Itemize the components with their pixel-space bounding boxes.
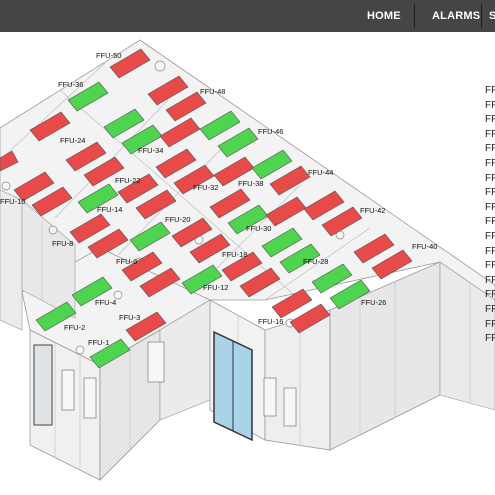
ffu-26-label: FFU-26 (361, 298, 386, 307)
ffu-32-label: FFU-32 (193, 183, 218, 192)
ffu-list-item[interactable]: FF (485, 215, 495, 230)
ffu-38-label: FFU-38 (238, 179, 263, 188)
cleanroom-3d-view: FFU-50 FFU-36 FFU-48 FFU-46 FFU-24 FFU-3… (0, 39, 495, 481)
wing-window-mid (83, 377, 97, 419)
ffu-list-item[interactable]: FF (485, 303, 495, 318)
ffu-48-label: FFU-48 (200, 87, 225, 96)
ffu-2-label: FFU-2 (64, 323, 85, 332)
ffu-18-label: FFU-18 (222, 250, 247, 259)
ffu-list-item[interactable]: FF (485, 259, 495, 274)
ffu-list-item[interactable]: FF (485, 245, 495, 260)
ffu-list-item[interactable]: FF (485, 84, 495, 99)
ffu-42-label: FFU-42 (360, 206, 385, 215)
ffu-30-label: FFU-30 (246, 224, 271, 233)
wing-window-left (61, 369, 75, 411)
ffu-14-label: FFU-14 (97, 205, 122, 214)
ffu-22-label: FFU-22 (115, 176, 140, 185)
wing-door (33, 344, 53, 426)
main-window-right (283, 387, 297, 427)
nav-home-link[interactable]: HOME (367, 0, 401, 32)
ffu-28-label: FFU-28 (303, 257, 328, 266)
ffu-4-label: FFU-4 (95, 298, 116, 307)
ffu-list-item[interactable]: FF (485, 99, 495, 114)
ffu-list-item[interactable]: FF (485, 230, 495, 245)
main-window-left (263, 377, 277, 417)
ffu-8-label: FFU-8 (52, 239, 73, 248)
ffu-46-label: FFU-46 (258, 127, 283, 136)
ffu-3-label: FFU-3 (119, 313, 140, 322)
ffu-list-item[interactable]: FF (485, 172, 495, 187)
ffu-list-item[interactable]: FF (485, 201, 495, 216)
wall-left (0, 189, 23, 331)
ffu-10-label: FFU-10 (0, 197, 25, 206)
ffu-24-label: FFU-24 (60, 136, 85, 145)
wing-window-right (147, 341, 165, 383)
ffu-list-item[interactable]: FF (485, 113, 495, 128)
ffu-36-label: FFU-36 (58, 80, 83, 89)
ffu-list-panel: FF FF FF FF FF FF FF FF FF FF FF FF FF FF FF FF FF FF (485, 84, 495, 347)
ffu-list-item[interactable]: FF (485, 288, 495, 303)
ffu-44-label: FFU-44 (308, 168, 333, 177)
ffu-12-label: FFU-12 (203, 283, 228, 292)
ffu-34-label: FFU-34 (138, 146, 163, 155)
ffu-list-item[interactable]: FF (485, 332, 495, 347)
ffu-50-label: FFU-50 (96, 51, 121, 60)
ffu-list-item[interactable]: FF (485, 142, 495, 157)
ffu-list-item[interactable]: FF (485, 186, 495, 201)
ffu-list-item[interactable]: FF (485, 157, 495, 172)
ffu-list-item[interactable]: FF (485, 274, 495, 289)
ffu-list-item[interactable]: FF (485, 318, 495, 333)
top-nav-bar: HOME ALARMS S (0, 0, 495, 32)
ffu-20-label: FFU-20 (165, 215, 190, 224)
nav-alarms-link[interactable]: ALARMS (432, 0, 480, 32)
ffu-40-label: FFU-40 (412, 242, 437, 251)
ffu-6-label: FFU-6 (116, 257, 137, 266)
nav-divider (414, 4, 415, 28)
nav-divider (481, 4, 482, 28)
ffu-16-label: FFU-16 (258, 317, 283, 326)
ffu-1-label: FFU-1 (88, 338, 109, 347)
ffu-list-item[interactable]: FF (485, 128, 495, 143)
nav-item-partial[interactable]: S (489, 0, 495, 32)
